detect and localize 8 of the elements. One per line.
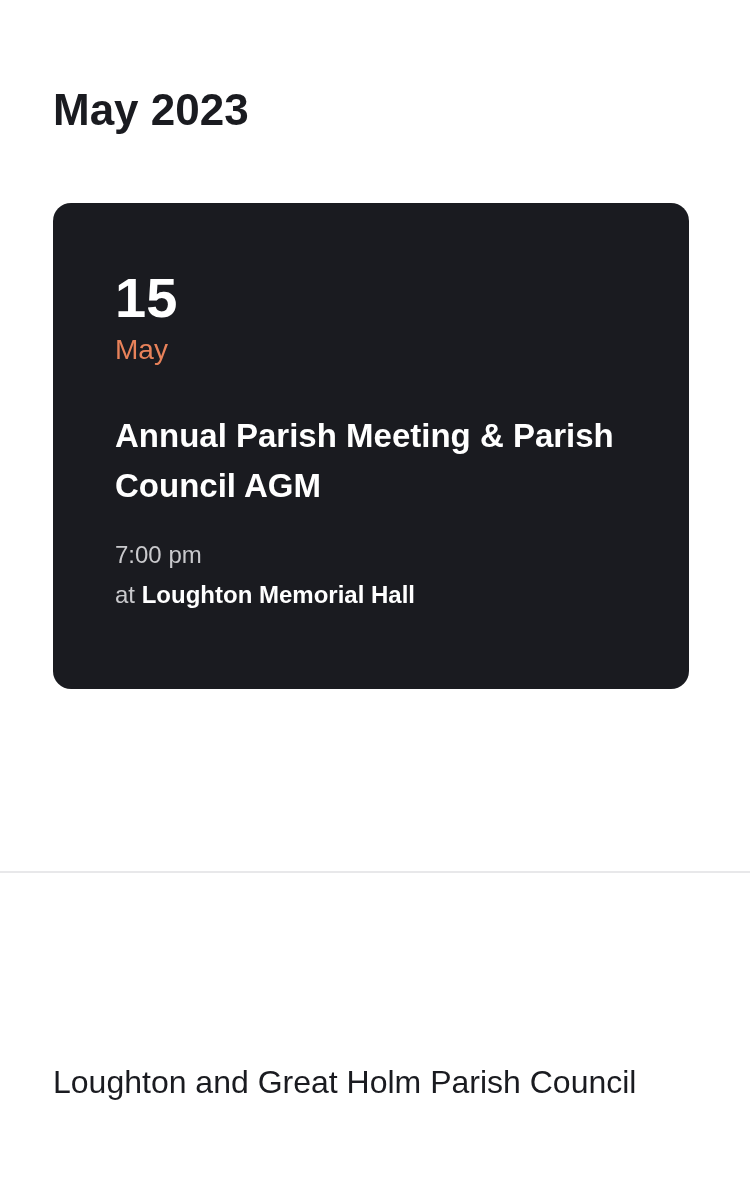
event-month: May [115,333,169,368]
event-card[interactable]: 15 May Annual Parish Meeting & Parish Council AGM 7:00 pm at Loughton Memorial Hall [53,202,689,689]
event-location: at Loughton Memorial Hall [115,579,416,610]
event-title: Annual Parish Meeting & Parish Council AGM [115,415,615,506]
council-name: Loughton and Great Holm Parish Council [53,1062,638,1102]
month-heading: May 2023 [53,84,250,136]
event-time: 7:00 pm [115,539,203,570]
event-day: 15 [115,266,627,329]
